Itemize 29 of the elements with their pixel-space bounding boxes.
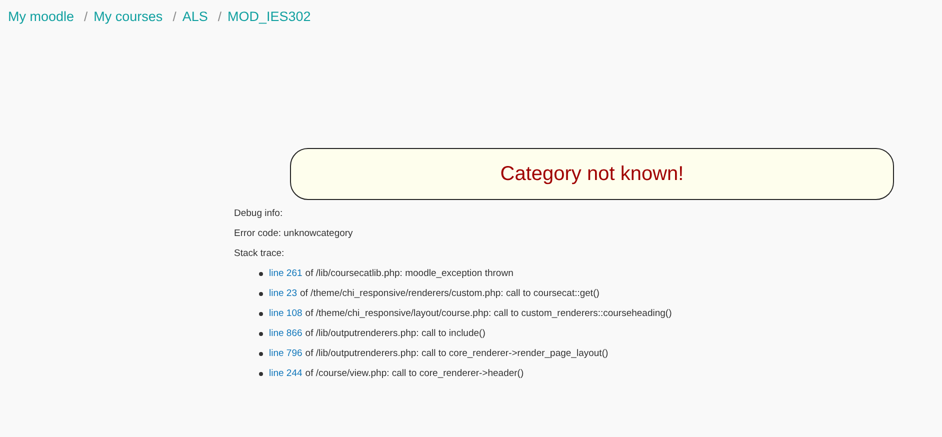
- stack-trace-heading: Stack trace:: [234, 247, 286, 261]
- bullet-icon: [259, 292, 263, 296]
- breadcrumb-separator: /: [84, 8, 88, 24]
- bullet-icon: [259, 332, 263, 336]
- trace-text: of /lib/coursecatlib.php: moodle_exception thrown: [305, 267, 514, 281]
- trace-line-number: line 108: [269, 307, 302, 321]
- breadcrumb-separator: /: [218, 8, 222, 24]
- trace-line-number: line 866: [269, 327, 302, 341]
- error-code: Error code: unknowcategory: [234, 227, 354, 241]
- bullet-icon: [259, 372, 263, 376]
- trace-text: of /theme/chi_responsive/layout/course.php: call to custom_renderers::courseheading(): [305, 307, 672, 321]
- breadcrumb-link[interactable]: ALS: [182, 8, 208, 24]
- error-message: Category not known!: [290, 148, 894, 200]
- trace-line-number: line 23: [269, 287, 297, 301]
- bullet-icon: [259, 352, 263, 356]
- breadcrumb-link[interactable]: My courses: [94, 8, 163, 24]
- trace-text: of /lib/outputrenderers.php: call to include(): [305, 327, 486, 341]
- trace-text: of /course/view.php: call to core_renderer->header(): [305, 367, 524, 381]
- debug-heading: Debug info:: [234, 207, 284, 221]
- trace-line-number: line 796: [269, 347, 302, 361]
- bullet-icon: [259, 312, 263, 316]
- breadcrumb-link[interactable]: MOD_IES302: [227, 8, 311, 24]
- trace-line-number: line 244: [269, 367, 302, 381]
- breadcrumb-separator: /: [172, 8, 176, 24]
- bullet-icon: [259, 272, 263, 276]
- breadcrumb-link[interactable]: My moodle: [8, 8, 74, 24]
- trace-line-number: line 261: [269, 267, 302, 281]
- trace-text: of /lib/outputrenderers.php: call to core_renderer->render_page_layout(): [305, 347, 608, 361]
- trace-text: of /theme/chi_responsive/renderers/custom.php: call to coursecat::get(): [300, 287, 600, 301]
